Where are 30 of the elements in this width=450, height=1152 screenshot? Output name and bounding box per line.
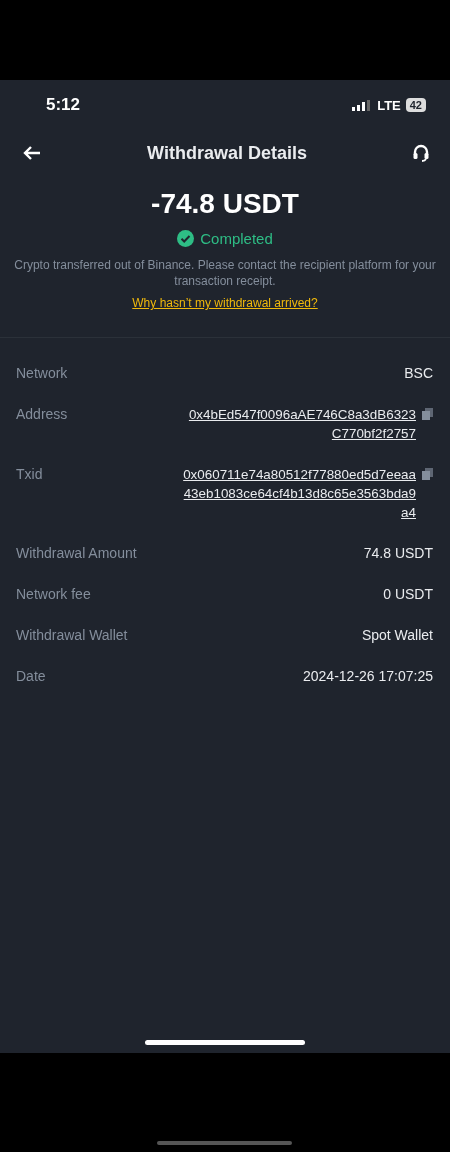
hash-link[interactable]: 0x060711e74a80512f77880ed5d7eeaa43eb1083ce64cf4b13d8c65e3563bda9a4 bbox=[180, 465, 416, 522]
copy-icon[interactable] bbox=[422, 408, 433, 420]
check-circle-icon bbox=[177, 230, 195, 247]
network-type: LTE bbox=[377, 97, 401, 113]
detail-value: 74.8 USDT bbox=[363, 544, 433, 563]
status-text: Completed bbox=[200, 230, 273, 247]
back-button[interactable] bbox=[22, 145, 42, 161]
detail-label: Network bbox=[16, 364, 68, 383]
battery-level: 42 bbox=[405, 98, 426, 112]
help-link[interactable]: Why hasn’t my withdrawal arrived? bbox=[132, 296, 318, 310]
detail-label: Txid bbox=[16, 465, 43, 484]
detail-label: Network fee bbox=[16, 585, 91, 604]
copy-icon[interactable] bbox=[422, 468, 433, 480]
detail-value: Spot Wallet bbox=[361, 626, 433, 645]
detail-label: Withdrawal Wallet bbox=[16, 626, 128, 645]
signal-icon bbox=[352, 99, 373, 111]
detail-label: Date bbox=[16, 667, 46, 686]
detail-label: Address bbox=[16, 405, 68, 424]
withdrawal-amount: -74.8 USDT bbox=[150, 188, 300, 220]
detail-value: 0 USDT bbox=[383, 585, 433, 604]
hash-link[interactable]: 0x4bEd547f0096aAE746C8a3dB6323C770bf2f2757 bbox=[180, 405, 416, 443]
detail-value: BSC bbox=[404, 364, 433, 383]
detail-value: 2024-12-26 17:07:25 bbox=[303, 667, 433, 686]
headset-icon bbox=[412, 144, 430, 162]
status-time: 5:12 bbox=[46, 95, 81, 115]
support-button[interactable] bbox=[412, 144, 430, 162]
back-arrow-icon bbox=[22, 145, 42, 161]
detail-label: Withdrawal Amount bbox=[16, 544, 137, 563]
page-title: Withdrawal Details bbox=[147, 142, 307, 164]
info-note: Crypto transferred out of Binance. Please contact the recipient platform for your transaction receipt. bbox=[13, 257, 437, 289]
